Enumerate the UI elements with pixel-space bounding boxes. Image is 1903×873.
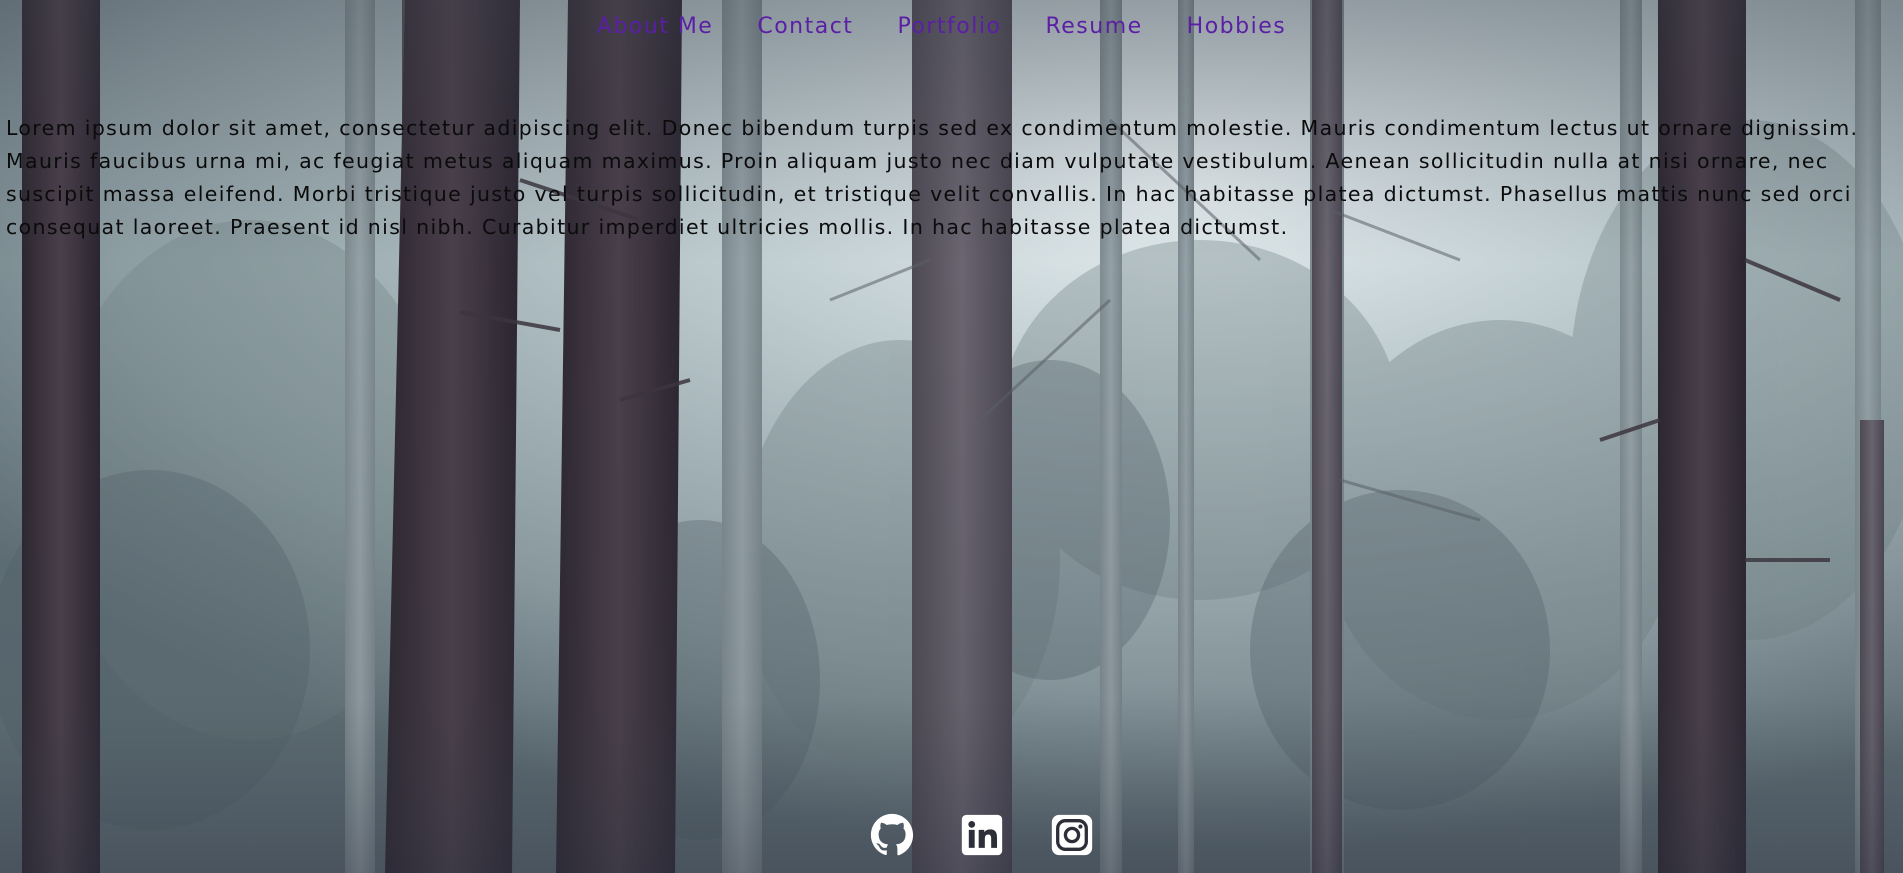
main-nav: About Me Contact Portfolio Resume Hobbie… [0,10,1893,44]
intro-paragraph: Lorem ipsum dolor sit amet, consectetur … [6,116,1859,239]
linkedin-link[interactable] [960,813,1004,857]
instagram-link[interactable] [1050,813,1094,857]
social-links [30,813,1903,857]
github-link[interactable] [870,813,914,857]
linkedin-icon [961,814,1002,856]
nav-link-hobbies[interactable]: Hobbies [1187,10,1287,44]
nav-link-portfolio[interactable]: Portfolio [897,10,1001,44]
github-icon [870,813,913,856]
nav-link-contact[interactable]: Contact [757,10,853,44]
nav-link-resume[interactable]: Resume [1045,10,1142,44]
instagram-icon [1051,814,1092,856]
nav-link-about-me[interactable]: About Me [597,10,714,44]
